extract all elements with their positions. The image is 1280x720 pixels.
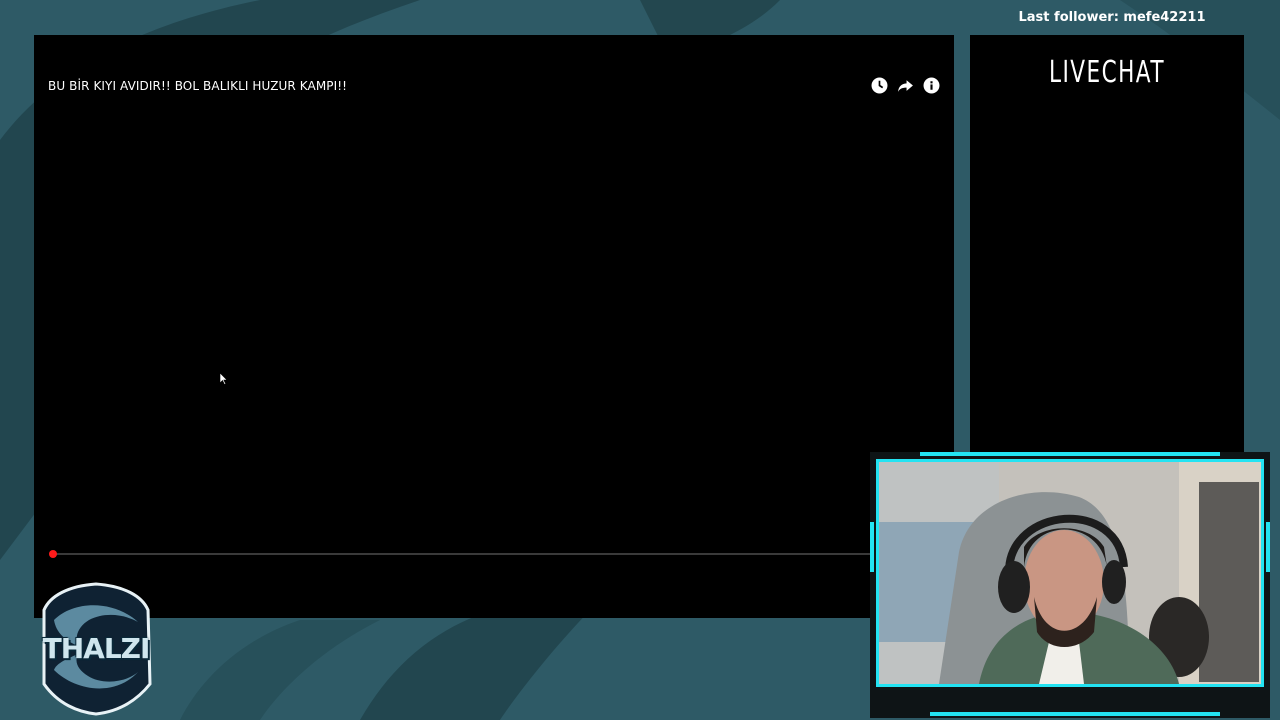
info-icon[interactable]: [923, 77, 940, 94]
frame-accent-left: [870, 522, 874, 572]
webcam-feed: [879, 462, 1261, 684]
video-progress-bar[interactable]: [49, 550, 870, 558]
mouse-pointer-icon: [220, 373, 228, 385]
logo-text: THALZI: [42, 632, 151, 665]
livechat-title: LIVECHAT: [1049, 55, 1165, 90]
last-follower-label: Last follower: mefe42211: [1018, 10, 1206, 25]
webcam-image: [879, 462, 1261, 684]
video-player[interactable]: BU BİR KIYI AVIDIR!! BOL BALIKLI HUZUR K…: [34, 35, 954, 618]
channel-logo: THALZI: [34, 580, 158, 716]
progress-scrubber[interactable]: [49, 550, 58, 558]
frame-accent-right: [1266, 522, 1270, 572]
webcam-frame: [870, 452, 1270, 718]
video-title[interactable]: BU BİR KIYI AVIDIR!! BOL BALIKLI HUZUR K…: [48, 79, 347, 93]
video-top-controls: [871, 77, 940, 94]
share-arrow-icon[interactable]: [897, 77, 914, 94]
livechat-panel: LIVECHAT: [970, 35, 1244, 455]
frame-accent-top: [920, 452, 1220, 456]
clock-icon[interactable]: [871, 77, 888, 94]
frame-accent-bottom: [930, 712, 1220, 716]
